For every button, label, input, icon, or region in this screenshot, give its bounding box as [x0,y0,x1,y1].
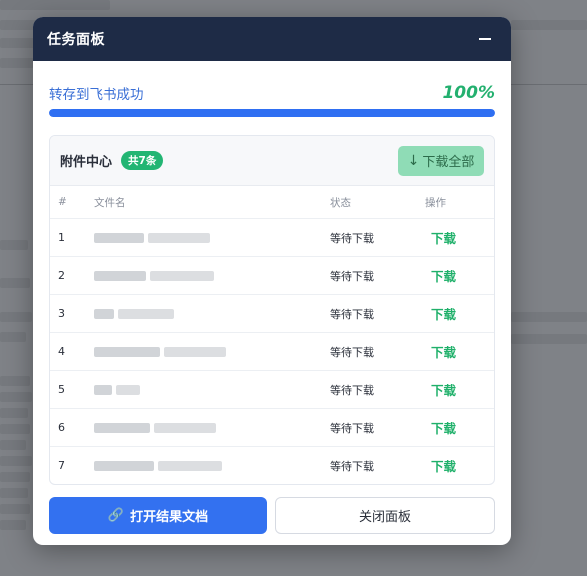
table-row: 6 等待下载 下载 [50,408,494,447]
status-row: 转存到飞书成功 100% [49,77,495,103]
row-index: 7 [50,446,93,484]
row-action-cell: 下载 [424,332,494,371]
bg-text-line [0,408,28,418]
table-row: 1 等待下载 下载 [50,218,494,257]
minimize-icon[interactable] [479,38,491,40]
download-link[interactable]: 下载 [425,421,456,436]
file-name-redacted [93,370,329,409]
row-status: 等待下载 [329,332,424,371]
download-arrow-icon: ↓ [407,152,420,169]
table-row: 5 等待下载 下载 [50,370,494,409]
column-header-action: 操作 [425,196,446,209]
status-text: 转存到飞书成功 [49,87,144,103]
file-name-redacted [93,408,329,447]
row-index: 6 [50,408,93,447]
file-table: # 文件名 状态 操作 1 等待下载 下载 2 等待下载 下载 3 等待下载 下… [50,186,494,484]
table-row: 2 等待下载 下载 [50,256,494,295]
row-index: 4 [50,332,93,371]
link-icon: 🔗 [107,508,125,523]
file-name-redacted [93,256,329,295]
file-name-redacted [93,218,329,257]
table-row: 7 等待下载 下载 [50,446,494,484]
count-badge: 共7条 [121,151,164,170]
download-link[interactable]: 下载 [425,345,456,360]
row-index: 5 [50,370,93,409]
row-status: 等待下载 [329,370,424,409]
bg-text-line [0,440,26,450]
column-header-status: 状态 [330,196,351,209]
bg-text-line [0,312,32,322]
close-panel-label: 关闭面板 [358,510,411,525]
bg-text-line [0,240,28,250]
file-name-redacted [93,446,329,484]
panel-header: 任务面板 [33,17,511,61]
bg-text-line [0,472,30,482]
bg-text-line [0,0,110,10]
download-link[interactable]: 下载 [425,231,456,246]
bg-text-line [0,424,30,434]
table-header-row: # 文件名 状态 操作 [50,186,494,219]
download-link[interactable]: 下载 [425,307,456,322]
bg-text-line [0,392,32,402]
row-index: 3 [50,294,93,333]
bg-text-line [0,488,28,498]
row-status: 等待下载 [329,294,424,333]
progress-bar [49,109,495,117]
attachment-center: 附件中心 共7条 ↓ 下载全部 # 文件名 状态 操作 1 等待下载 下载 2 … [49,135,495,485]
progress-fill [49,109,495,117]
download-link[interactable]: 下载 [425,383,456,398]
row-action-cell: 下载 [424,218,494,257]
row-action-cell: 下载 [424,408,494,447]
close-panel-button[interactable]: 关闭面板 [275,497,495,534]
row-index: 1 [50,218,93,257]
column-header-index: # [58,196,67,208]
panel-footer: 🔗 打开结果文档 关闭面板 [49,497,495,534]
download-link[interactable]: 下载 [425,459,456,474]
download-all-button[interactable]: ↓ 下载全部 [398,145,484,176]
file-name-redacted [93,294,329,333]
attachment-title: 附件中心 [60,155,113,170]
row-action-cell: 下载 [424,256,494,295]
bg-text-line [511,20,587,30]
open-result-doc-label: 打开结果文档 [130,510,209,525]
row-index: 2 [50,256,93,295]
table-row: 3 等待下载 下载 [50,294,494,333]
bg-text-line [0,504,30,514]
bg-text-line [0,520,26,530]
panel-title: 任务面板 [47,32,105,48]
bg-text-line [0,456,32,466]
row-status: 等待下载 [329,218,424,257]
file-name-redacted [93,332,329,371]
row-action-cell: 下载 [424,294,494,333]
bg-text-line [511,334,587,344]
column-header-filename: 文件名 [94,196,126,209]
attachment-header: 附件中心 共7条 ↓ 下载全部 [50,136,494,186]
progress-percent: 100% [442,83,495,103]
bg-text-line [511,312,587,322]
row-status: 等待下载 [329,446,424,484]
download-link[interactable]: 下载 [425,269,456,284]
bg-text-line [0,278,30,288]
panel-body: 转存到飞书成功 100% 附件中心 共7条 ↓ 下载全部 # 文件名 状态 操作… [33,77,511,534]
task-panel: 任务面板 转存到飞书成功 100% 附件中心 共7条 ↓ 下载全部 # 文件名 … [33,17,511,545]
download-all-label: 下载全部 [422,155,475,170]
bg-text-line [0,332,26,342]
row-action-cell: 下载 [424,370,494,409]
table-row: 4 等待下载 下载 [50,332,494,371]
row-status: 等待下载 [329,408,424,447]
bg-text-line [0,58,34,68]
open-result-doc-button[interactable]: 🔗 打开结果文档 [49,497,267,534]
bg-text-line [0,376,30,386]
row-action-cell: 下载 [424,446,494,484]
row-status: 等待下载 [329,256,424,295]
